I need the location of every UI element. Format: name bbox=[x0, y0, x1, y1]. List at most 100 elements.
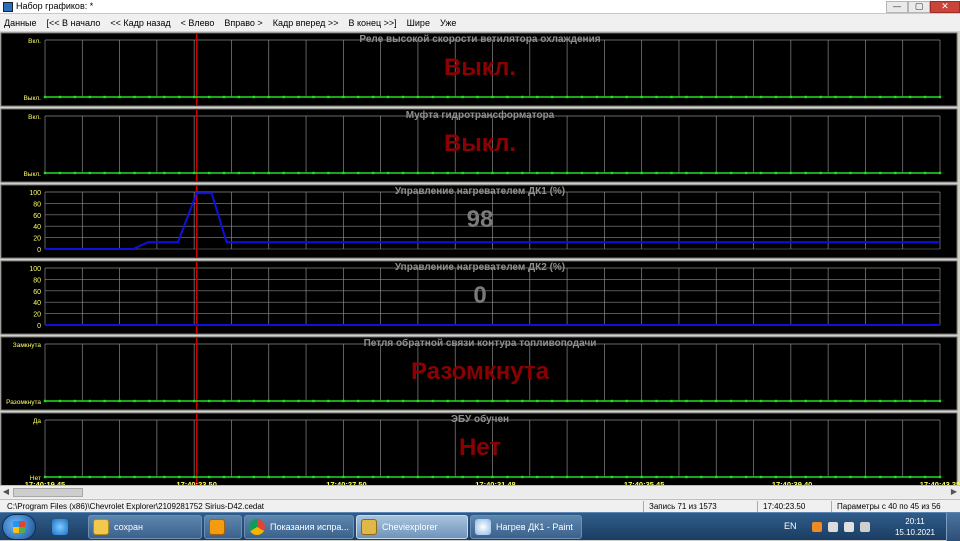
y-tick-label: 20 bbox=[33, 236, 41, 243]
scroll-right-arrow-icon[interactable]: ▶ bbox=[949, 487, 959, 497]
series-point bbox=[237, 95, 241, 99]
series-point bbox=[43, 171, 47, 175]
series-point bbox=[192, 475, 196, 479]
clock-date: 15.10.2021 bbox=[894, 528, 936, 537]
clock-time: 20:11 bbox=[905, 517, 925, 526]
series-point bbox=[923, 95, 927, 99]
status-record: Запись 71 из 1573 bbox=[646, 501, 758, 512]
menu-frame-back[interactable]: << Кадр назад bbox=[110, 18, 170, 28]
taskbar-task-cheviexplorer[interactable]: Cheviexplorer bbox=[356, 515, 468, 539]
series-point bbox=[357, 95, 360, 99]
language-indicator[interactable]: EN bbox=[784, 521, 797, 531]
chart-current-value: Нет bbox=[459, 434, 501, 461]
taskbar-task-media[interactable] bbox=[204, 515, 242, 539]
show-desktop-button[interactable] bbox=[946, 513, 960, 541]
menu-to-start[interactable]: [<< В начало bbox=[47, 18, 101, 28]
tray-volume-icon[interactable] bbox=[860, 522, 870, 532]
menu-frame-forward[interactable]: Кадр вперед >> bbox=[273, 18, 339, 28]
chart-current-value: Выкл. bbox=[444, 54, 516, 81]
series-point bbox=[536, 95, 539, 99]
series-point bbox=[550, 171, 554, 175]
scroll-thumb[interactable] bbox=[13, 488, 83, 497]
series-point bbox=[565, 171, 569, 175]
series-point bbox=[297, 171, 300, 175]
series-point bbox=[715, 399, 718, 403]
charts-svg[interactable]: Вкл. Выкл. Реле высокой скорости ветилятор… bbox=[0, 31, 960, 485]
series-point bbox=[759, 171, 763, 175]
menu-narrower[interactable]: Уже bbox=[440, 18, 456, 28]
series-point bbox=[640, 399, 643, 403]
series-point bbox=[252, 475, 256, 479]
series-point bbox=[506, 475, 509, 479]
series-point bbox=[267, 171, 270, 175]
status-time: 17:40:23.50 bbox=[760, 501, 832, 512]
series-point bbox=[864, 171, 867, 175]
maximize-button[interactable]: ▢ bbox=[908, 1, 930, 13]
tray-network-icon[interactable] bbox=[844, 522, 854, 532]
menu-to-end[interactable]: В конец >>] bbox=[348, 18, 396, 28]
series-point bbox=[894, 171, 897, 175]
task-label: сохран bbox=[114, 522, 143, 532]
menu-right[interactable]: Вправо > bbox=[224, 18, 262, 28]
series-point bbox=[118, 171, 121, 175]
series-point bbox=[386, 399, 390, 403]
tray-app-icon[interactable] bbox=[812, 522, 822, 532]
series-point bbox=[715, 95, 718, 99]
series-point bbox=[297, 95, 300, 99]
series-point bbox=[774, 475, 778, 479]
series-point bbox=[163, 171, 166, 175]
taskbar-task-chrome[interactable]: Показания испра... bbox=[244, 515, 354, 539]
series-point bbox=[729, 475, 733, 479]
y-tick-label: Вкл. bbox=[28, 114, 41, 121]
menu-wider[interactable]: Шире bbox=[407, 18, 430, 28]
series-point bbox=[595, 95, 599, 99]
series-point bbox=[938, 171, 942, 175]
start-button[interactable] bbox=[2, 514, 36, 540]
minimize-button[interactable]: — bbox=[886, 1, 908, 13]
series-point bbox=[849, 171, 852, 175]
series-point bbox=[431, 171, 435, 175]
series-point bbox=[446, 171, 449, 175]
chart-title: ЭБУ обучен bbox=[451, 413, 509, 425]
series-point bbox=[834, 475, 837, 479]
y-tick-label: 40 bbox=[33, 300, 41, 307]
series-point bbox=[655, 475, 658, 479]
series-point bbox=[491, 95, 494, 99]
taskbar-task-folder[interactable]: сохран bbox=[88, 515, 202, 539]
series-point bbox=[700, 475, 703, 479]
series-point bbox=[88, 399, 91, 403]
series-point bbox=[700, 399, 703, 403]
series-point bbox=[282, 399, 285, 403]
series-point bbox=[894, 399, 897, 403]
series-point bbox=[371, 95, 375, 99]
series-point bbox=[237, 399, 241, 403]
scroll-left-arrow-icon[interactable]: ◀ bbox=[1, 487, 11, 497]
series-point bbox=[729, 95, 733, 99]
series-point bbox=[43, 475, 47, 479]
taskbar-pin-ie[interactable] bbox=[42, 515, 78, 539]
clock[interactable]: 20:11 15.10.2021 bbox=[892, 516, 938, 538]
series-point bbox=[327, 399, 330, 403]
taskbar-task-paint[interactable]: Нагрев ДК1 - Paint bbox=[470, 515, 582, 539]
series-point bbox=[431, 399, 435, 403]
series-point bbox=[73, 475, 77, 479]
series-point bbox=[163, 475, 166, 479]
menu-data[interactable]: Данные bbox=[4, 18, 37, 28]
charts-area[interactable]: Вкл. Выкл. Реле высокой скорости ветилятор… bbox=[0, 31, 960, 485]
system-tray: EN 20:11 15.10.2021 bbox=[780, 513, 960, 541]
series-point bbox=[222, 95, 226, 99]
series-point bbox=[759, 475, 763, 479]
series-point bbox=[640, 171, 643, 175]
series-point bbox=[103, 475, 106, 479]
title-bar[interactable]: Набор графиков: * — ▢ ✕ bbox=[0, 0, 960, 14]
chart-title: Реле высокой скорости ветилятора охлажде… bbox=[359, 34, 600, 45]
series-point bbox=[267, 399, 270, 403]
series-point bbox=[431, 475, 435, 479]
y-tick-label: Выкл. bbox=[23, 171, 41, 178]
horizontal-scrollbar[interactable]: ◀ ▶ bbox=[0, 485, 960, 498]
series-point bbox=[312, 171, 315, 175]
menu-left[interactable]: < Влево bbox=[181, 18, 215, 28]
tray-flag-icon[interactable] bbox=[828, 522, 838, 532]
close-button[interactable]: ✕ bbox=[930, 1, 960, 13]
series-point bbox=[879, 171, 882, 175]
